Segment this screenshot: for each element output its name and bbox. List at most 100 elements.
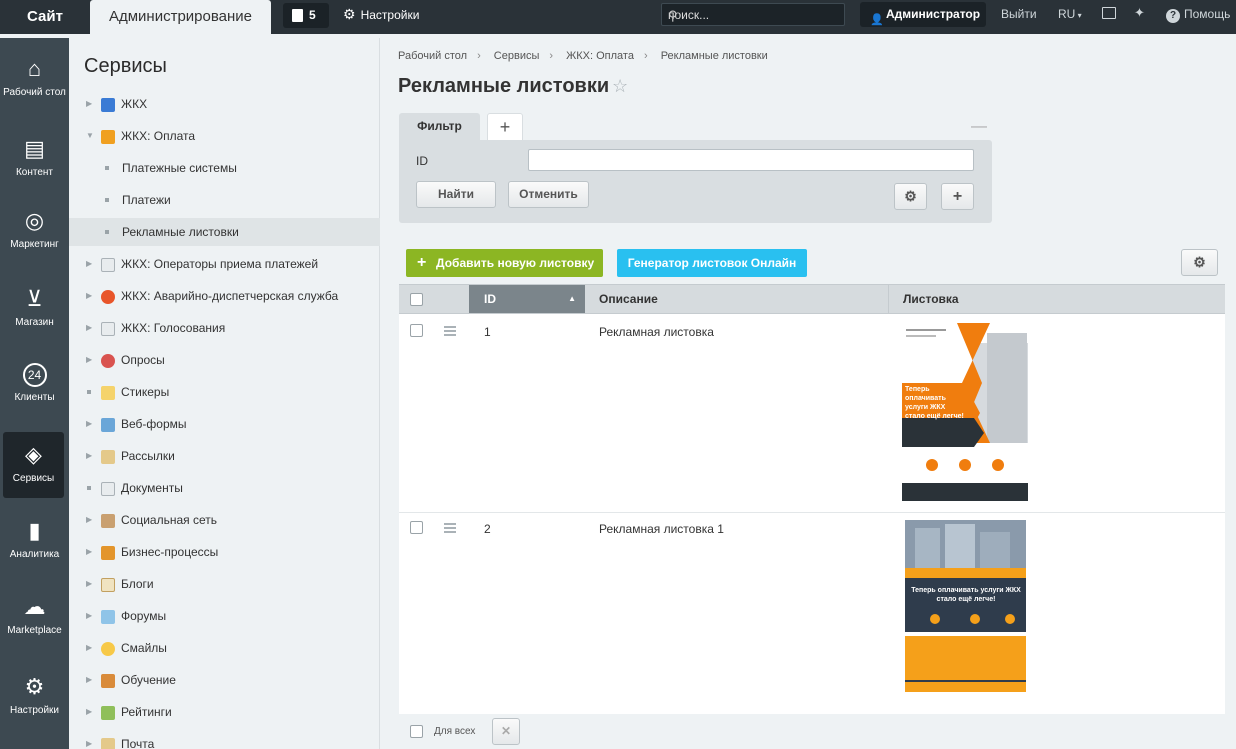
sidebar-item-label: ЖКХ: Голосования — [121, 321, 226, 335]
menu-settings[interactable]: ⚙ Настройки — [0, 674, 69, 716]
collapse-arrow-icon[interactable]: ▼ — [86, 122, 94, 150]
find-button[interactable]: Найти — [416, 181, 496, 208]
gear-icon: ⚙ — [343, 6, 356, 22]
id-field-input[interactable] — [528, 149, 974, 171]
breadcrumb-item[interactable]: ЖКХ: Оплата — [566, 50, 634, 62]
expand-arrow-icon[interactable]: ▶ — [86, 602, 92, 630]
expand-arrow-icon[interactable]: ▶ — [86, 730, 92, 749]
settings-link[interactable]: ⚙ Настройки — [343, 0, 419, 34]
mail-icon — [101, 738, 115, 749]
sidebar-item-payment-systems[interactable]: Платежные системы — [69, 154, 380, 182]
sidebar-item-bizproc[interactable]: ▶ Бизнес-процессы — [69, 538, 380, 566]
menu-clients[interactable]: 24 Клиенты — [0, 363, 69, 403]
sidebar-item-webforms[interactable]: ▶ Веб-формы — [69, 410, 380, 438]
row-checkbox[interactable] — [410, 324, 423, 337]
settings-label: Настройки — [360, 8, 420, 22]
expand-arrow-icon[interactable]: ▶ — [86, 90, 92, 118]
table-row[interactable]: 2 Рекламная листовка 1 Теперь оплачивать… — [399, 514, 1225, 712]
sidebar-item-zhkh[interactable]: ▶ ЖКХ — [69, 90, 380, 118]
menu-marketing[interactable]: ◎ Маркетинг — [0, 208, 69, 250]
expand-arrow-icon[interactable]: ▶ — [86, 666, 92, 694]
expand-arrow-icon[interactable]: ▶ — [86, 698, 92, 726]
sidebar-item-polls[interactable]: ▶ Опросы — [69, 346, 380, 374]
flyer-thumbnail[interactable]: Теперь оплачивать услуги ЖКХ стало ещё л… — [902, 323, 1028, 501]
delete-selected-button[interactable]: ✕ — [492, 718, 520, 745]
notifications-count: 5 — [309, 8, 316, 22]
sidebar-item-operators[interactable]: ▶ ЖКХ: Операторы приема платежей — [69, 250, 380, 278]
help-label: Помощь — [1184, 7, 1231, 21]
favorite-star-icon[interactable]: ☆ — [612, 76, 628, 97]
select-all-checkbox[interactable] — [410, 293, 423, 306]
search-icon[interactable]: ⚲ — [668, 8, 836, 24]
sidebar-item-blogs[interactable]: ▶ Блоги — [69, 570, 380, 598]
row-id: 1 — [484, 325, 491, 339]
language-selector[interactable]: RU ▾ — [1058, 7, 1082, 21]
menu-shop[interactable]: ⊻ Магазин — [0, 286, 69, 328]
sidebar-item-smiles[interactable]: ▶ Смайлы — [69, 634, 380, 662]
sidebar-item-emergency[interactable]: ▶ ЖКХ: Аварийно-диспетчерская служба — [69, 282, 380, 310]
expand-arrow-icon[interactable]: ▶ — [86, 570, 92, 598]
filter-settings-icon[interactable]: ⚙ — [894, 183, 927, 210]
document-icon: ▤ — [24, 136, 45, 161]
column-header-description[interactable]: Описание — [599, 285, 658, 313]
search-input[interactable]: поиск... ⚲ — [661, 3, 845, 26]
cancel-button[interactable]: Отменить — [508, 181, 589, 208]
row-menu-icon[interactable] — [444, 326, 456, 338]
expand-arrow-icon[interactable]: ▶ — [86, 346, 92, 374]
help-link[interactable]: ? Помощь — [1166, 7, 1230, 23]
minimize-filter-icon[interactable]: — — [971, 118, 987, 136]
notifications-button[interactable]: 5 — [283, 3, 329, 28]
sidebar-item-zhkh-payment[interactable]: ▼ ЖКХ: Оплата — [69, 122, 380, 150]
expand-arrow-icon[interactable]: ▶ — [86, 410, 92, 438]
menu-marketplace[interactable]: ☁ Marketplace — [0, 594, 69, 636]
expand-arrow-icon[interactable]: ▶ — [86, 314, 92, 342]
expand-arrow-icon[interactable]: ▶ — [86, 250, 92, 278]
table-settings-icon[interactable]: ⚙ — [1181, 249, 1218, 276]
column-header-id[interactable]: ID ▲ — [469, 285, 585, 313]
id-field-label: ID — [416, 154, 428, 168]
row-menu-icon[interactable] — [444, 523, 456, 535]
breadcrumb-item[interactable]: Рекламные листовки — [661, 50, 768, 62]
menu-content[interactable]: ▤ Контент — [0, 136, 69, 178]
filter-add-field-icon[interactable]: + — [941, 183, 974, 210]
user-button[interactable]: 👤 Администратор — [860, 2, 986, 27]
add-filter-button[interactable]: + — [487, 113, 523, 141]
layers-icon: ◈ — [25, 442, 42, 467]
menu-desktop[interactable]: ⌂ Рабочий стол — [0, 56, 69, 98]
expand-arrow-icon[interactable]: ▶ — [86, 634, 92, 662]
page-icon — [101, 482, 115, 496]
sidebar-item-stickers[interactable]: Стикеры — [69, 378, 380, 406]
menu-services[interactable]: ◈ Сервисы — [3, 432, 64, 498]
table-row[interactable]: 1 Рекламная листовка Теперь оплачивать у… — [399, 315, 1225, 513]
breadcrumb-item[interactable]: Сервисы — [494, 50, 540, 62]
sidebar-item-voting[interactable]: ▶ ЖКХ: Голосования — [69, 314, 380, 342]
add-flyer-button[interactable]: + Добавить новую листовку — [406, 249, 603, 277]
column-header-flyer[interactable]: Листовка — [888, 285, 959, 313]
sidebar-item-documents[interactable]: Документы — [69, 474, 380, 502]
apply-all-checkbox[interactable] — [410, 725, 423, 738]
sidebar-item-mail[interactable]: ▶ Почта — [69, 730, 380, 749]
sidebar-item-social[interactable]: ▶ Социальная сеть — [69, 506, 380, 534]
sidebar-item-mailings[interactable]: ▶ Рассылки — [69, 442, 380, 470]
flyer-generator-button[interactable]: Генератор листовок Онлайн — [617, 249, 807, 277]
menu-analytics[interactable]: ▮ Аналитика — [0, 518, 69, 560]
filter-tab[interactable]: Фильтр — [399, 113, 480, 143]
logout-link[interactable]: Выйти — [1001, 7, 1037, 21]
sidebar-item-learning[interactable]: ▶ Обучение — [69, 666, 380, 694]
sidebar-item-ratings[interactable]: ▶ Рейтинги — [69, 698, 380, 726]
row-checkbox[interactable] — [410, 521, 423, 534]
desktop-icon[interactable] — [1102, 7, 1116, 19]
sidebar-item-payments[interactable]: Платежи — [69, 186, 380, 214]
expand-arrow-icon[interactable]: ▶ — [86, 538, 92, 566]
admin-tab[interactable]: Администрирование — [90, 0, 271, 38]
expand-arrow-icon[interactable]: ▶ — [86, 506, 92, 534]
expand-arrow-icon[interactable]: ▶ — [86, 282, 92, 310]
sidebar-item-flyers[interactable]: Рекламные листовки — [69, 218, 380, 246]
expand-arrow-icon[interactable]: ▶ — [86, 442, 92, 470]
site-tab[interactable]: Сайт — [0, 0, 90, 34]
flyer-thumbnail[interactable]: Теперь оплачивать услуги ЖКХ стало ещё л… — [905, 520, 1026, 692]
apply-all-label: Для всех — [434, 726, 476, 737]
breadcrumb-item[interactable]: Рабочий стол — [398, 50, 467, 62]
sidebar-item-forums[interactable]: ▶ Форумы — [69, 602, 380, 630]
pin-icon[interactable]: ✦ — [1134, 5, 1145, 21]
